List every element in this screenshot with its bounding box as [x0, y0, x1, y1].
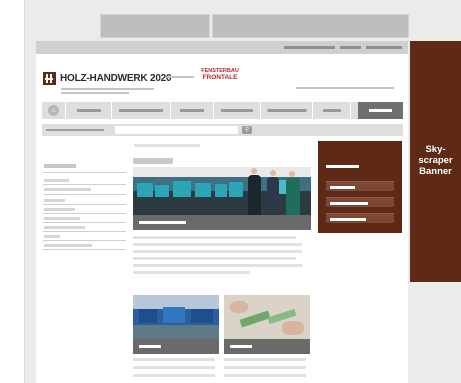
- teaser-caption[interactable]: [224, 339, 310, 354]
- sidebar-item[interactable]: [44, 226, 85, 229]
- teaser-text-line: [224, 366, 306, 369]
- partner-logo[interactable]: FENSTERBAU FRONTALE: [200, 68, 240, 81]
- main-navigation: ⌂: [42, 102, 403, 119]
- search-input[interactable]: [115, 126, 238, 134]
- site-page: HOLZ-HANDWERK 2020 FENSTERBAU FRONTALE ⌂…: [36, 41, 408, 383]
- promo-link[interactable]: [326, 197, 394, 207]
- teaser-text-line: [224, 374, 306, 377]
- partner-logo-bottom: FRONTALE: [202, 73, 238, 81]
- site-logo[interactable]: HOLZ-HANDWERK 2020: [43, 71, 172, 85]
- sidebar-divider: [43, 231, 126, 232]
- sidebar-divider: [43, 184, 126, 185]
- meta-bar: [36, 41, 408, 54]
- sidebar-item[interactable]: [44, 244, 92, 247]
- sidebar-heading: [44, 164, 76, 168]
- teaser-text-line: [133, 264, 302, 267]
- teaser-text-line: [133, 257, 296, 260]
- nav-item[interactable]: [214, 102, 261, 119]
- search-label: [46, 129, 104, 131]
- nav-item[interactable]: [313, 102, 351, 119]
- search-bar: ⚲: [42, 124, 403, 136]
- teaser-text-line: [133, 358, 215, 361]
- teaser-image-expo[interactable]: [133, 295, 219, 339]
- nav-item[interactable]: [66, 102, 112, 119]
- search-icon[interactable]: ⚲: [242, 126, 252, 134]
- skyscraper-banner[interactable]: Sky- scraper Banner: [410, 41, 461, 282]
- nav-item[interactable]: [112, 102, 171, 119]
- promo-link[interactable]: [326, 213, 394, 223]
- tagline-line: [61, 88, 154, 90]
- nav-home[interactable]: ⌂: [42, 102, 66, 119]
- nav-cta-button[interactable]: [358, 102, 403, 119]
- sidebar-item[interactable]: [44, 179, 69, 182]
- nav-item[interactable]: [171, 102, 214, 119]
- sidebar-divider: [43, 249, 126, 250]
- teaser-text-line: [133, 374, 215, 377]
- sidebar-divider: [43, 213, 126, 214]
- sidebar-item[interactable]: [44, 208, 75, 211]
- sidebar-item[interactable]: [44, 188, 91, 191]
- teaser-image-hands[interactable]: [224, 295, 310, 339]
- partner-separator: [167, 76, 194, 78]
- nav-item[interactable]: [261, 102, 313, 119]
- sidebar-divider: [43, 204, 126, 205]
- sidebar-item[interactable]: [44, 217, 80, 220]
- meta-link[interactable]: [366, 46, 402, 49]
- tagline-line: [61, 92, 129, 94]
- logo-text: HOLZ-HANDWERK 2020: [60, 72, 172, 84]
- meta-link[interactable]: [340, 46, 361, 49]
- teaser-text-line: [133, 366, 215, 369]
- teaser-text-line: [224, 358, 306, 361]
- sidebar-divider: [43, 172, 126, 173]
- sidebar-item[interactable]: [44, 235, 60, 238]
- teaser-text-line: [133, 236, 296, 239]
- meta-link[interactable]: [284, 46, 335, 49]
- teaser-text-line: [133, 250, 302, 253]
- hh-logo-icon: [43, 71, 56, 85]
- hero-image[interactable]: [133, 167, 311, 215]
- promo-box: [318, 141, 402, 233]
- teaser-caption[interactable]: [133, 339, 219, 354]
- skyscraper-label: Sky- scraper Banner: [418, 144, 453, 177]
- sidebar-item[interactable]: [44, 199, 65, 202]
- hero-caption[interactable]: [133, 215, 311, 230]
- home-icon: ⌂: [48, 105, 59, 116]
- promo-heading: [326, 165, 359, 168]
- header-info-line: [296, 87, 394, 89]
- sidebar-divider: [43, 194, 126, 195]
- top-banner-ad-left[interactable]: [100, 14, 210, 38]
- top-banner-ad-right[interactable]: [212, 14, 409, 38]
- teaser-text-line: [133, 271, 250, 274]
- sidebar-divider: [43, 240, 126, 241]
- promo-link[interactable]: [326, 181, 394, 191]
- teaser-text-line: [133, 243, 302, 246]
- section-heading: [133, 158, 173, 164]
- sidebar-divider: [43, 222, 126, 223]
- breadcrumb[interactable]: [134, 144, 200, 147]
